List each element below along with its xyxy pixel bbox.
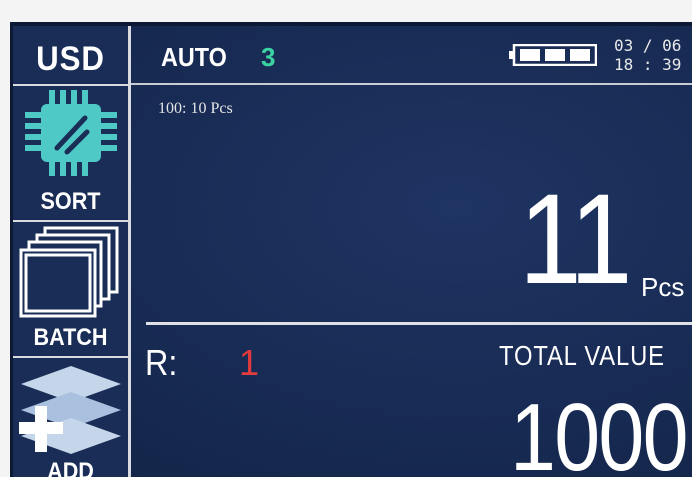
stacked-sheets-icon xyxy=(19,226,119,318)
sidebar-item-label: ADD xyxy=(47,458,94,477)
sidebar-item-label: BATCH xyxy=(33,324,108,351)
sidebar-item-batch[interactable]: BATCH xyxy=(13,222,128,358)
mode-value: 3 xyxy=(261,42,276,72)
reject-count: 1 xyxy=(239,342,260,383)
sidebar-item-label: SORT xyxy=(40,188,101,215)
date-readout: 03 / 06 xyxy=(614,36,682,55)
display-screen: USD SORT BATCH ADD AUTO 3 03 / 06 18: 3… xyxy=(10,22,692,477)
battery-icon xyxy=(509,44,597,66)
time-readout: 18 : 39 xyxy=(614,55,682,74)
piece-count-unit: Pcs xyxy=(641,272,685,302)
layers-plus-icon xyxy=(19,366,121,454)
reject-label: R: xyxy=(145,342,178,383)
status-header: AUTO 3 03 / 06 18 : 39 xyxy=(131,26,692,82)
total-value-label: TOTAL VALUE xyxy=(499,340,665,371)
sidebar-item-add[interactable]: ADD xyxy=(13,358,128,477)
mode-label[interactable]: AUTO xyxy=(161,42,227,73)
sidebar: USD SORT BATCH ADD xyxy=(13,26,131,477)
sidebar-item-sort[interactable]: SORT xyxy=(13,86,128,221)
denomination-summary: 100: 10 Pcs xyxy=(158,100,233,117)
piece-count: 11 xyxy=(519,168,632,311)
total-value: 1000 xyxy=(510,384,689,477)
header-divider xyxy=(131,83,692,85)
currency-label: USD xyxy=(36,40,105,78)
chip-icon xyxy=(25,90,117,176)
main-divider xyxy=(146,322,692,325)
date-time-readout: 03 / 06 18 : 39 xyxy=(614,36,681,74)
